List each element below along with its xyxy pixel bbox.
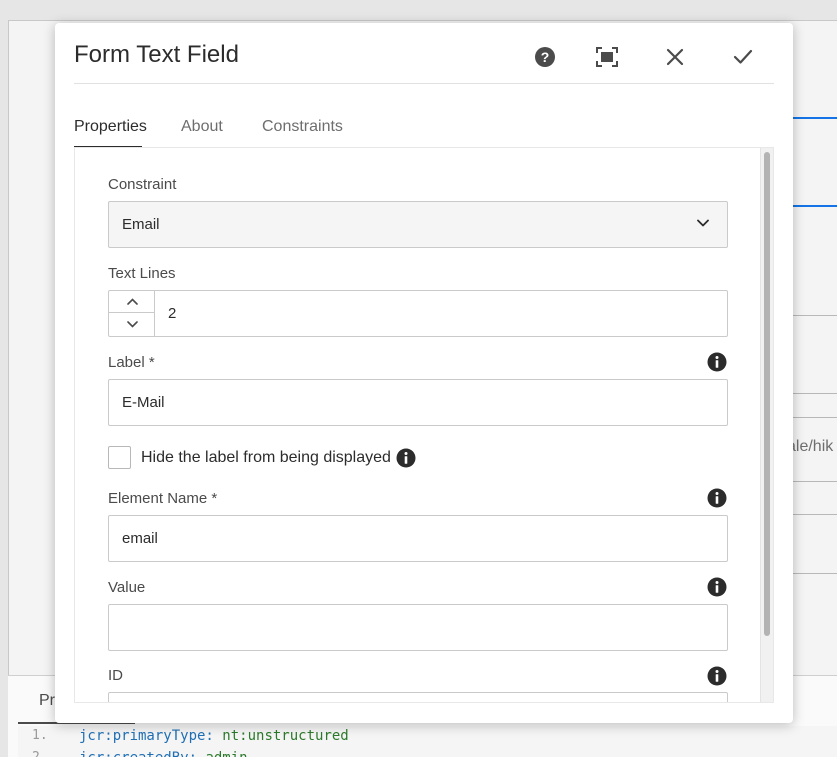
- label-field-label: Label *: [108, 354, 155, 371]
- chevron-down-icon: [697, 219, 709, 227]
- chevron-up-icon: [126, 298, 138, 305]
- info-icon[interactable]: [707, 666, 727, 686]
- text-lines-input[interactable]: 2: [168, 305, 176, 322]
- fullscreen-icon: [596, 47, 618, 67]
- value-input[interactable]: [108, 604, 728, 651]
- info-icon[interactable]: [707, 577, 727, 597]
- fullscreen-button[interactable]: [593, 43, 621, 71]
- tab-constraints[interactable]: Constraints: [262, 118, 343, 136]
- element-name-input[interactable]: email: [108, 515, 728, 562]
- checkmark-icon: [733, 49, 753, 64]
- done-button[interactable]: [729, 43, 757, 71]
- svg-text:?: ?: [541, 49, 550, 65]
- text-lines-label: Text Lines: [108, 265, 176, 282]
- close-button[interactable]: [661, 43, 689, 71]
- background-accent-line: [792, 205, 837, 207]
- background-accent-line: [792, 117, 837, 119]
- tab-properties[interactable]: Properties: [74, 118, 147, 136]
- background-divider: [792, 417, 837, 418]
- form-text-field-dialog: Form Text Field ? Properties About Const…: [55, 23, 793, 723]
- info-icon[interactable]: [396, 448, 416, 468]
- help-button[interactable]: ?: [531, 43, 559, 71]
- background-divider: [792, 514, 837, 515]
- element-name-label: Element Name *: [108, 490, 218, 507]
- element-name-value: email: [122, 530, 158, 547]
- help-icon: ?: [535, 47, 555, 67]
- stepper-buttons: [109, 291, 155, 336]
- close-icon: [666, 48, 684, 66]
- code-value: nt:unstructured: [222, 728, 349, 744]
- label-input-value: E-Mail: [122, 394, 165, 411]
- text-lines-stepper: 2: [108, 290, 728, 337]
- code-view: 1. jcr:primaryType: nt:unstructured 2. j…: [18, 726, 837, 757]
- code-key: jcr:primaryType: nt:unstructured: [79, 728, 349, 744]
- constraint-label: Constraint: [108, 176, 177, 193]
- scrollbar-thumb[interactable]: [764, 152, 770, 636]
- code-key: jcr:createdBy: admin: [79, 750, 248, 757]
- scrollbar[interactable]: [760, 148, 773, 702]
- properties-panel: Constraint Email Text Lines 2 Label * E-…: [74, 147, 774, 703]
- info-icon[interactable]: [707, 488, 727, 508]
- value-label: Value: [108, 579, 146, 596]
- tab-about[interactable]: About: [181, 118, 223, 136]
- background-divider: [792, 573, 837, 574]
- label-input[interactable]: E-Mail: [108, 379, 728, 426]
- id-label: ID: [108, 667, 123, 684]
- background-divider: [792, 315, 837, 316]
- background-divider: [792, 393, 837, 394]
- increment-button[interactable]: [109, 291, 155, 313]
- header-divider: [74, 83, 774, 84]
- hide-label-checkbox[interactable]: [108, 446, 131, 469]
- line-number: 2.: [32, 750, 48, 757]
- code-value: admin: [205, 750, 247, 757]
- constraint-select[interactable]: Email: [108, 201, 728, 248]
- line-number: 1.: [32, 728, 48, 743]
- decrement-button[interactable]: [109, 313, 155, 335]
- background-path-text: ale/hik: [787, 438, 834, 455]
- info-icon[interactable]: [707, 352, 727, 372]
- id-input[interactable]: [108, 692, 728, 702]
- background-divider: [792, 481, 837, 482]
- constraint-value: Email: [122, 216, 160, 233]
- chevron-down-icon: [126, 320, 138, 328]
- background-tab[interactable]: Pr: [39, 692, 55, 710]
- hide-label-checkbox-label[interactable]: Hide the label from being displayed: [141, 449, 391, 467]
- dialog-title: Form Text Field: [74, 41, 239, 68]
